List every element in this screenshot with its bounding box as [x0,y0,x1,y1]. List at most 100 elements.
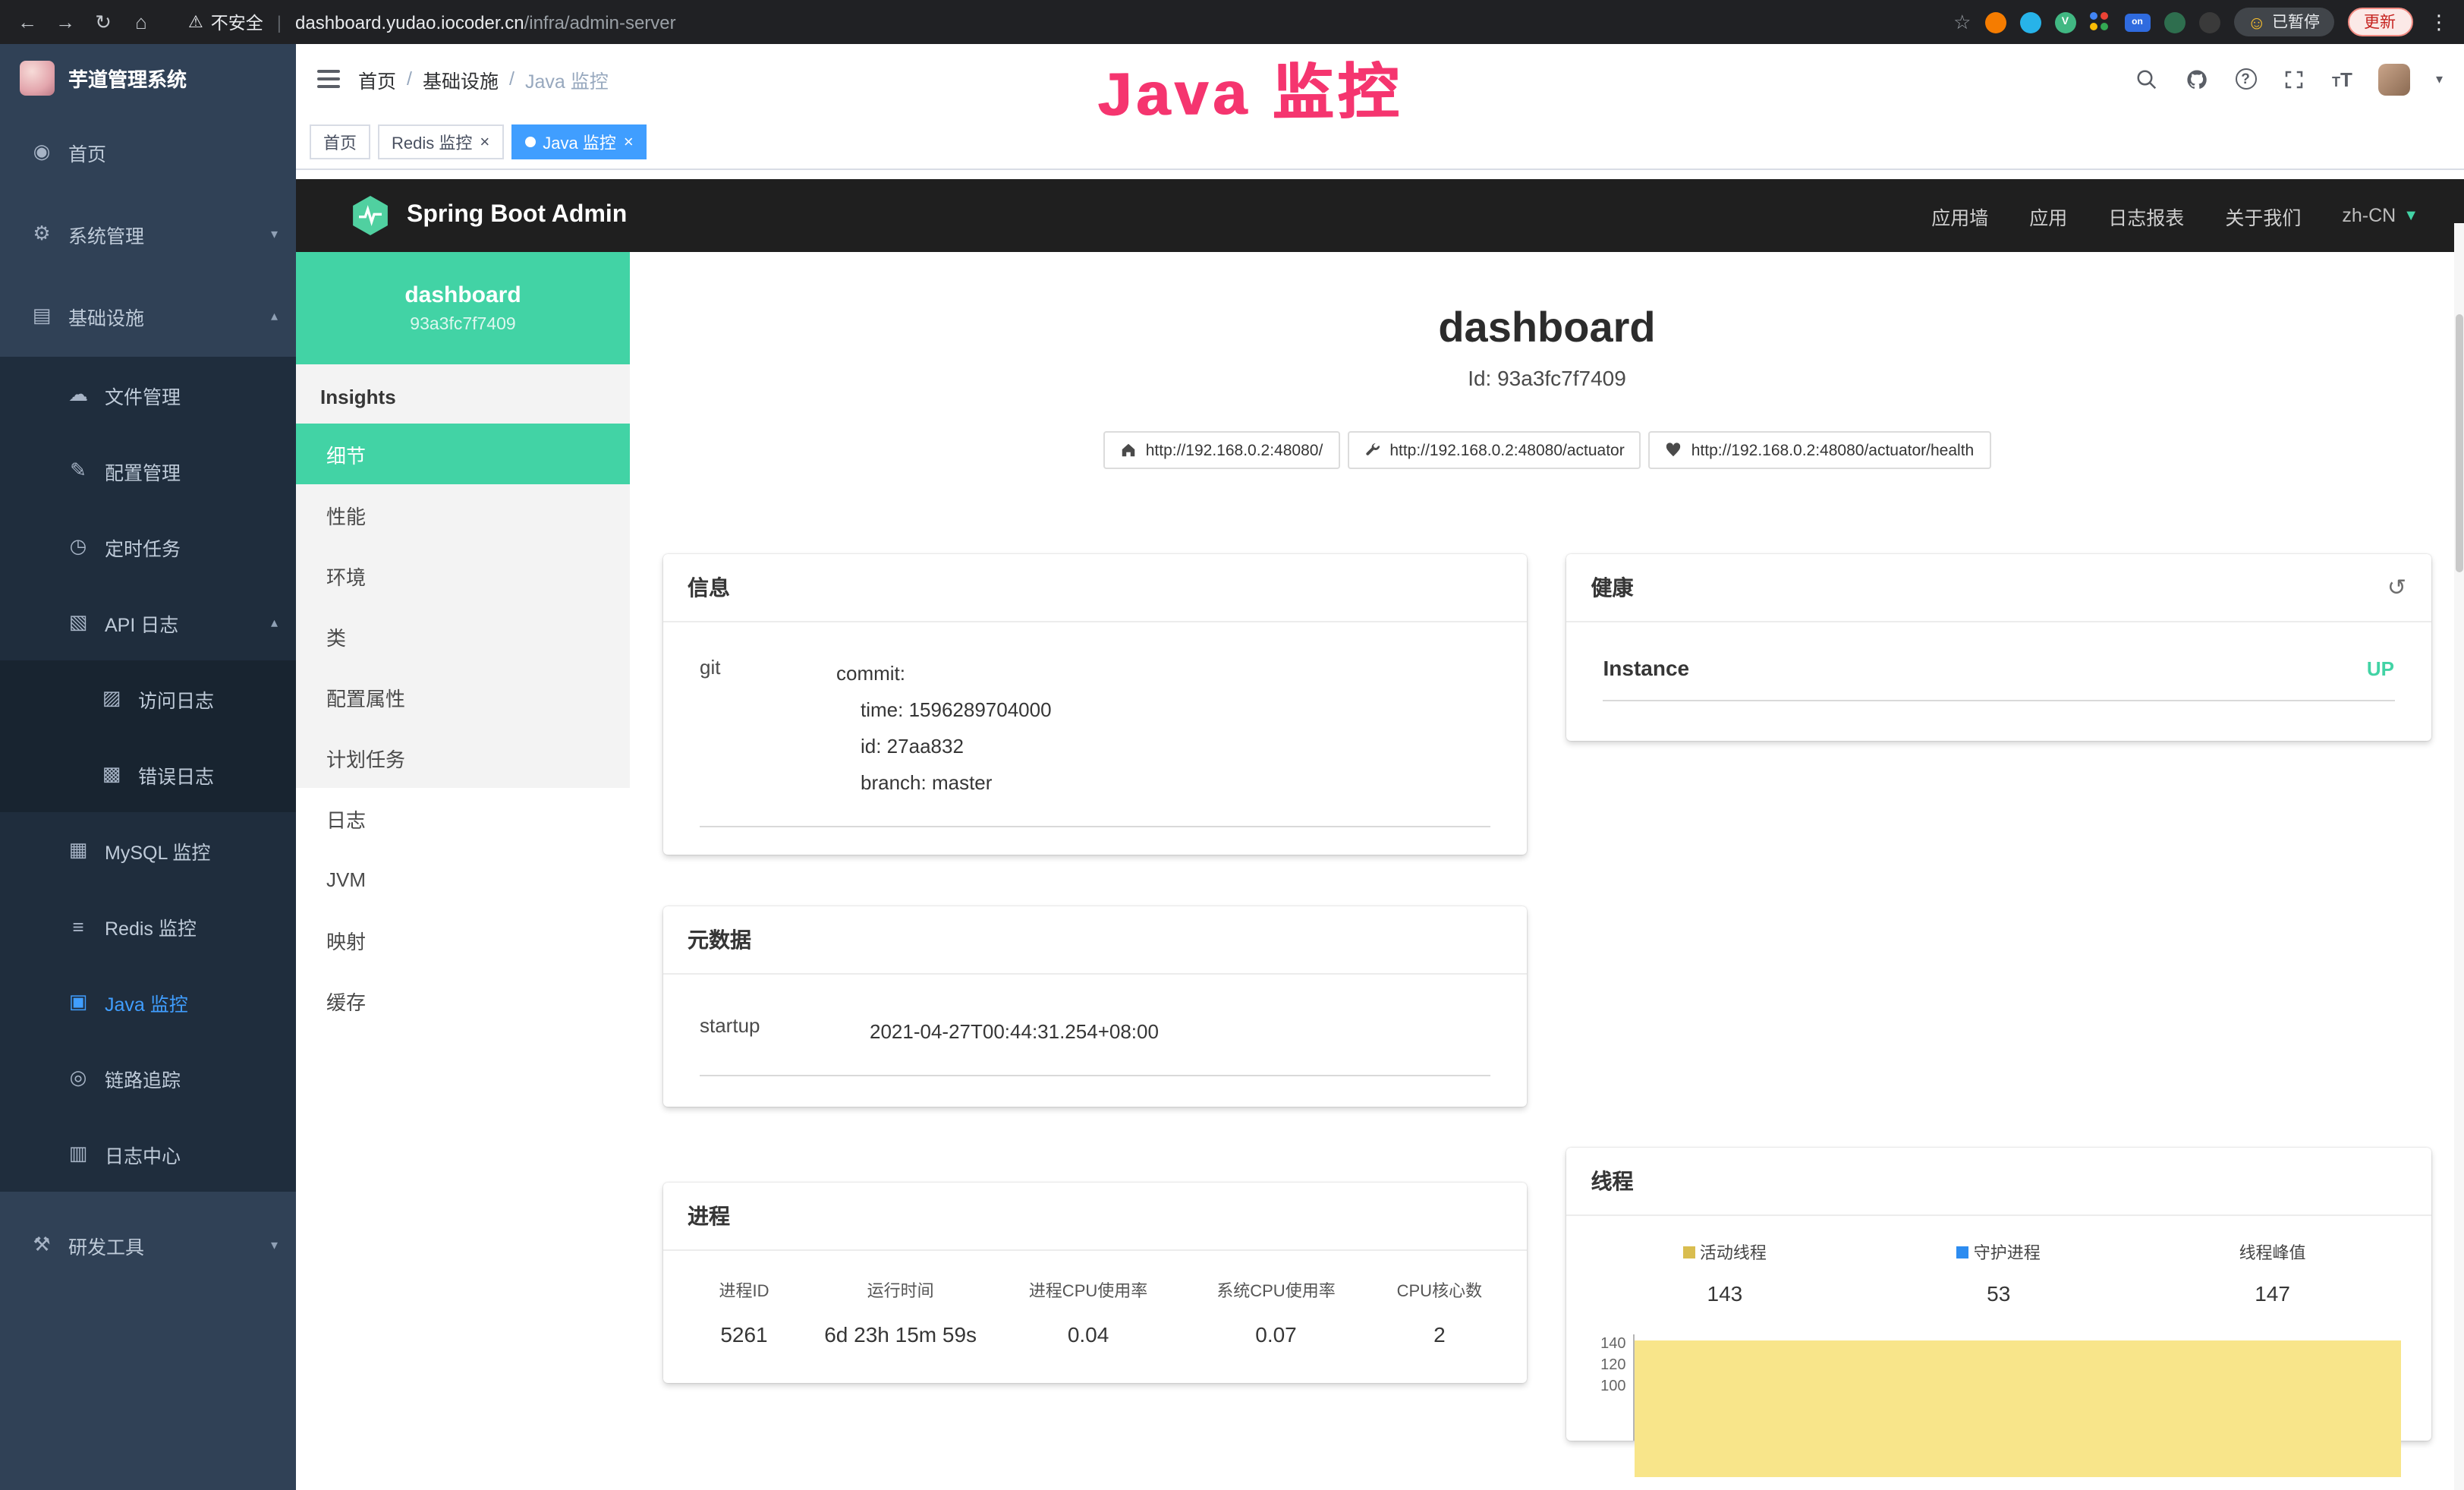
sidebar-item-system-management[interactable]: ⚙ 系统管理 ▾ [0,193,296,275]
sba-item-config-props[interactable]: 配置属性 [296,666,630,727]
sidebar-item-java-monitor[interactable]: ▣ Java 监控 [0,964,296,1040]
extension-icon-1[interactable] [1984,11,2006,33]
tools-icon: ⚒ [30,1233,53,1257]
address-bar[interactable]: dashboard.yudao.iocoder.cn/infra/admin-s… [295,11,676,33]
forward-icon[interactable]: → [53,11,77,33]
sba-item-performance[interactable]: 性能 [296,484,630,545]
cloud-file-icon: ☁ [67,383,90,407]
hamburger-icon[interactable] [317,70,340,88]
chevron-down-icon: ▾ [271,225,278,242]
browser-chrome: ← → ↻ ⌂ ⚠ 不安全 | dashboard.yudao.iocoder.… [0,0,2464,44]
sidebar-item-api-logs[interactable]: ▧ API 日志 ▴ [0,584,296,660]
sba-item-details[interactable]: 细节 [296,424,630,484]
threads-chart: 140 120 100 [1588,1334,2410,1441]
col-system-cpu: 系统CPU使用率 [1182,1278,1370,1303]
close-icon[interactable]: × [624,133,634,151]
app-logo[interactable]: 芋道管理系统 [0,44,296,111]
locale-selector[interactable]: zh-CN ▼ [2342,205,2418,226]
clock-icon: ◷ [67,534,90,559]
tab-java-monitor[interactable]: Java 监控 × [511,124,647,159]
extension-icon-2[interactable] [2019,11,2041,33]
metadata-card-title: 元数据 [688,925,751,955]
paused-badge[interactable]: ☺ 已暂停 [2233,8,2333,36]
emoji-face-icon: ☺ [2247,11,2266,33]
history-icon[interactable]: ↺ [2387,574,2406,601]
threads-card-title: 线程 [1591,1166,1634,1196]
process-table: 进程ID 运行时间 进程CPU使用率 系统CPU使用率 CPU核心数 5261 … [681,1278,1509,1347]
search-icon[interactable] [2135,67,2159,91]
security-warning[interactable]: ⚠ 不安全 [188,10,263,34]
scrollbar-thumb[interactable] [2455,314,2462,572]
sidebar-item-scheduled-tasks[interactable]: ◷ 定时任务 [0,509,296,584]
breadcrumb-home[interactable]: 首页 [358,65,396,93]
sidebar-item-trace[interactable]: ◎ 链路追踪 [0,1040,296,1116]
health-link[interactable]: http://192.168.0.2:48080/actuator/health [1649,431,1990,469]
help-icon[interactable]: ? [2235,68,2256,90]
extension-icon-3[interactable] [2163,11,2185,33]
sba-item-classes[interactable]: 类 [296,606,630,666]
paused-label: 已暂停 [2272,11,2320,33]
app-logo-image [20,60,55,95]
sidebar-item-error-logs[interactable]: ▩ 错误日志 [0,736,296,812]
sidebar-item-infrastructure[interactable]: ▤ 基础设施 ▴ [0,275,296,357]
browser-menu-icon[interactable]: ⋮ [2429,10,2449,34]
sidebar-item-config-management[interactable]: ✎ 配置管理 [0,433,296,509]
header-actions: ? TT ▾ [2135,63,2443,95]
threads-legend: 活动线程 守护进程 线程峰值 143 [1588,1240,2410,1306]
apps-grid-icon[interactable] [2089,11,2110,33]
reload-icon[interactable]: ↻ [91,10,115,34]
extension-icon-4[interactable] [2198,11,2220,33]
sba-item-mappings[interactable]: 映射 [296,909,630,970]
spring-boot-admin-logo-icon[interactable] [351,196,390,235]
sidebar-item-mysql-monitor[interactable]: ▦ MySQL 监控 [0,812,296,888]
health-card-title: 健康 [1591,572,1634,603]
dashboard-icon: ◉ [30,140,53,164]
fullscreen-icon[interactable] [2282,67,2306,91]
sba-item-caches[interactable]: 缓存 [296,970,630,1031]
breadcrumb-separator: / [407,68,412,90]
eye-trace-icon: ◎ [67,1066,90,1090]
sidebar-item-log-center[interactable]: ▥ 日志中心 [0,1116,296,1192]
url-host: dashboard.yudao.iocoder.cn [295,11,524,33]
actuator-link[interactable]: http://192.168.0.2:48080/actuator [1347,431,1641,469]
sidebar-item-dev-tools[interactable]: ⚒ 研发工具 ▾ [0,1204,296,1286]
on-switch-extension-icon[interactable]: on [2124,13,2150,31]
sba-nav-applications[interactable]: 应用 [2029,201,2067,230]
sidebar-item-redis-monitor[interactable]: ≡ Redis 监控 [0,888,296,964]
sba-item-scheduled-tasks[interactable]: 计划任务 [296,727,630,788]
close-icon[interactable]: × [480,133,489,151]
sba-item-jvm[interactable]: JVM [296,849,630,909]
sba-nav-wallboard[interactable]: 应用墙 [1931,201,1988,230]
sba-item-logs[interactable]: 日志 [296,788,630,849]
bookmark-star-icon[interactable]: ☆ [1953,10,1971,34]
vue-devtools-icon[interactable]: V [2054,11,2075,33]
scrollbar-track[interactable] [2453,223,2464,1490]
base-url-link[interactable]: http://192.168.0.2:48080/ [1103,431,1340,469]
sidebar-item-home[interactable]: ◉ 首页 [0,111,296,193]
chevron-down-icon: ▾ [271,1236,278,1253]
browser-home-icon[interactable]: ⌂ [129,11,153,33]
sidebar-item-access-logs[interactable]: ▨ 访问日志 [0,660,296,736]
annotation-java-monitor: Java 监控 [1097,43,1403,134]
user-avatar[interactable] [2378,63,2410,95]
avatar-caret-icon[interactable]: ▾ [2436,71,2443,87]
sba-nav-journal[interactable]: 日志报表 [2108,201,2184,230]
sba-item-environment[interactable]: 环境 [296,545,630,606]
github-icon[interactable] [2185,67,2209,91]
sidebar-item-file-management[interactable]: ☁ 文件管理 [0,357,296,433]
insights-group: Insights 细节 性能 环境 类 配置属性 计划任务 [296,364,630,788]
instance-header[interactable]: dashboard 93a3fc7f7409 [296,252,630,364]
back-icon[interactable]: ← [15,11,39,33]
daemon-threads-value: 53 [1861,1281,2135,1306]
col-uptime: 运行时间 [807,1278,994,1303]
tab-redis-monitor[interactable]: Redis 监控 × [378,124,503,159]
home-icon [1120,442,1137,458]
chevron-up-icon: ▴ [271,307,278,324]
sba-brand[interactable]: Spring Boot Admin [407,202,627,229]
breadcrumb-infrastructure[interactable]: 基础设施 [423,65,499,93]
yellow-legend-square-icon [1683,1246,1695,1258]
sba-nav-about[interactable]: 关于我们 [2225,201,2301,230]
font-size-icon[interactable]: TT [2332,68,2352,90]
tab-home[interactable]: 首页 [310,124,370,159]
update-button[interactable]: 更新 [2347,8,2412,36]
